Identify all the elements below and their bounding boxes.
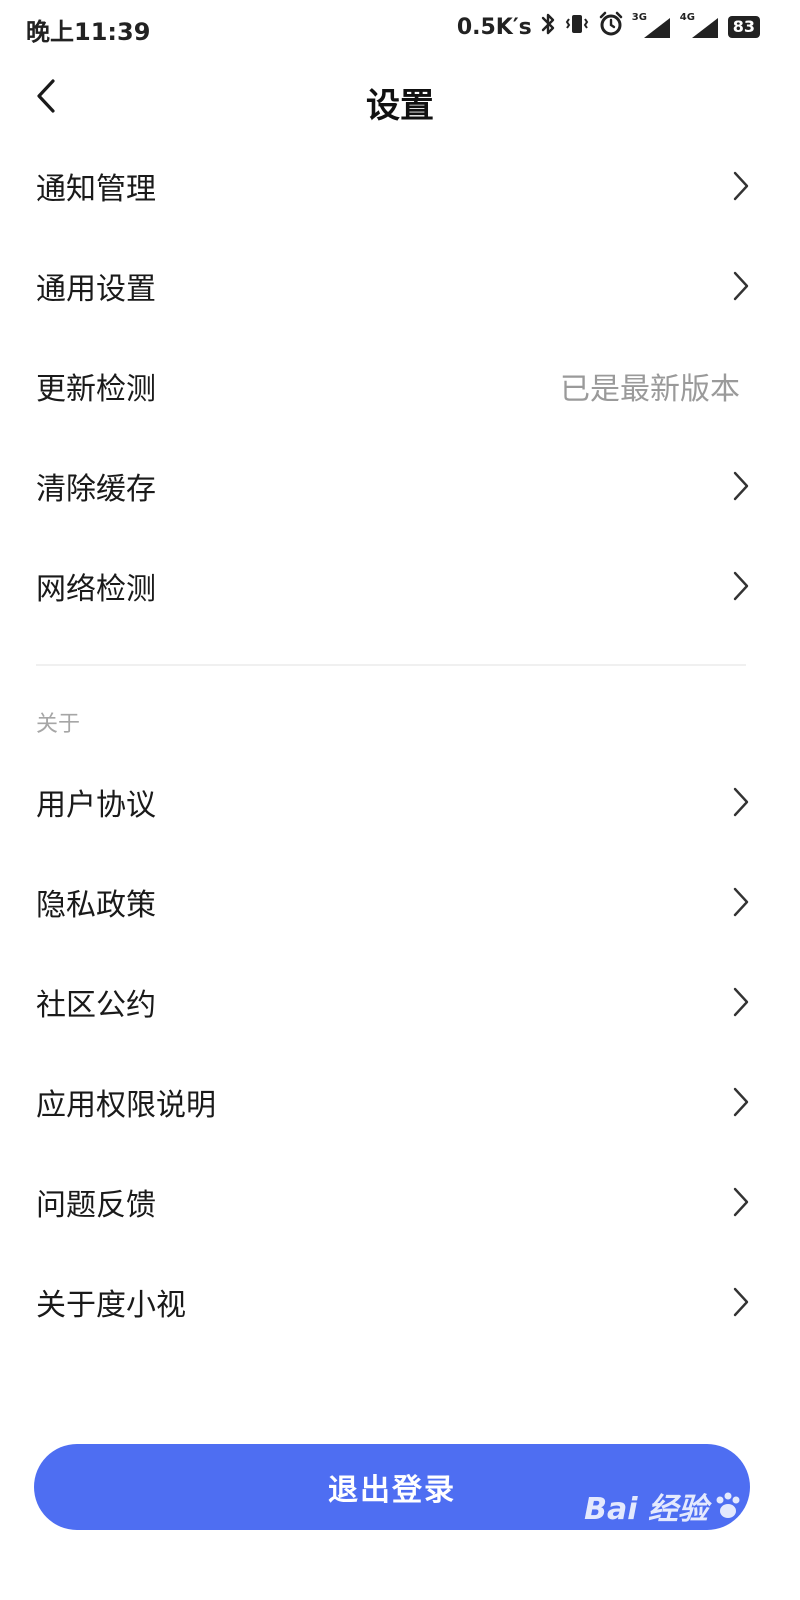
alarm-icon bbox=[598, 11, 624, 43]
settings-list: 通知管理 通用设置 更新检测 已是最新版本 清除缓存 网络检测 bbox=[0, 136, 800, 636]
setting-label: 通知管理 bbox=[36, 172, 156, 207]
chevron-right-icon bbox=[730, 269, 752, 303]
section-header-about: 关于 bbox=[36, 712, 81, 737]
update-status-value: 已是最新版本 bbox=[560, 372, 740, 407]
about-item-privacy-policy[interactable]: 隐私政策 bbox=[0, 852, 800, 952]
setting-notification-management[interactable]: 通知管理 bbox=[0, 136, 800, 236]
chevron-right-icon bbox=[730, 169, 752, 203]
chevron-right-icon bbox=[730, 569, 752, 603]
nav-bar: 设置 bbox=[0, 60, 800, 140]
status-bar: 晚上11:39 0.5K′s 3G 4G 83 bbox=[0, 0, 800, 56]
setting-network-check[interactable]: 网络检测 bbox=[0, 536, 800, 636]
signal-4g-icon: 4G bbox=[680, 12, 720, 40]
setting-label: 通用设置 bbox=[36, 272, 156, 307]
chevron-right-icon bbox=[730, 1285, 752, 1319]
about-item-about-app[interactable]: 关于度小视 bbox=[0, 1252, 800, 1352]
about-item-label: 社区公约 bbox=[36, 988, 156, 1023]
baidu-jingyan-watermark: Bai 经验 jingyan.baidu.com bbox=[584, 1484, 744, 1546]
about-list: 用户协议 隐私政策 社区公约 应用权限说明 问题反馈 关于度小视 bbox=[0, 752, 800, 1352]
status-time: 晚上11:39 bbox=[26, 18, 151, 46]
about-item-user-agreement[interactable]: 用户协议 bbox=[0, 752, 800, 852]
page-title: 设置 bbox=[366, 86, 434, 126]
about-item-app-permissions[interactable]: 应用权限说明 bbox=[0, 1052, 800, 1152]
setting-label: 网络检测 bbox=[36, 572, 156, 607]
setting-clear-cache[interactable]: 清除缓存 bbox=[0, 436, 800, 536]
network-speed: 0.5K′s bbox=[456, 14, 532, 40]
about-item-community-guidelines[interactable]: 社区公约 bbox=[0, 952, 800, 1052]
setting-general[interactable]: 通用设置 bbox=[0, 236, 800, 336]
chevron-right-icon bbox=[730, 985, 752, 1019]
about-item-label: 隐私政策 bbox=[36, 888, 156, 923]
about-item-label: 应用权限说明 bbox=[36, 1088, 216, 1123]
watermark-main-text: Bai 经验 bbox=[584, 1492, 708, 1527]
setting-update-check[interactable]: 更新检测 已是最新版本 bbox=[0, 336, 800, 436]
about-item-label: 用户协议 bbox=[36, 788, 156, 823]
about-item-label: 问题反馈 bbox=[36, 1188, 156, 1223]
status-icons: 0.5K′s 3G 4G 83 bbox=[457, 10, 760, 44]
setting-label: 清除缓存 bbox=[36, 472, 156, 507]
chevron-right-icon bbox=[730, 1185, 752, 1219]
chevron-right-icon bbox=[730, 1085, 752, 1119]
paw-logo-icon bbox=[712, 1490, 744, 1522]
setting-label: 更新检测 bbox=[36, 372, 156, 407]
chevron-right-icon bbox=[730, 885, 752, 919]
battery-icon: 83 bbox=[727, 16, 760, 38]
about-item-feedback[interactable]: 问题反馈 bbox=[0, 1152, 800, 1252]
vibrate-icon bbox=[564, 12, 590, 42]
about-item-label: 关于度小视 bbox=[36, 1288, 186, 1323]
chevron-right-icon bbox=[730, 785, 752, 819]
watermark-sub-text: jingyan.baidu.com bbox=[597, 1530, 744, 1546]
bluetooth-icon bbox=[540, 12, 556, 42]
section-divider bbox=[36, 664, 746, 666]
signal-3g-icon: 3G bbox=[632, 12, 672, 40]
chevron-right-icon bbox=[730, 469, 752, 503]
